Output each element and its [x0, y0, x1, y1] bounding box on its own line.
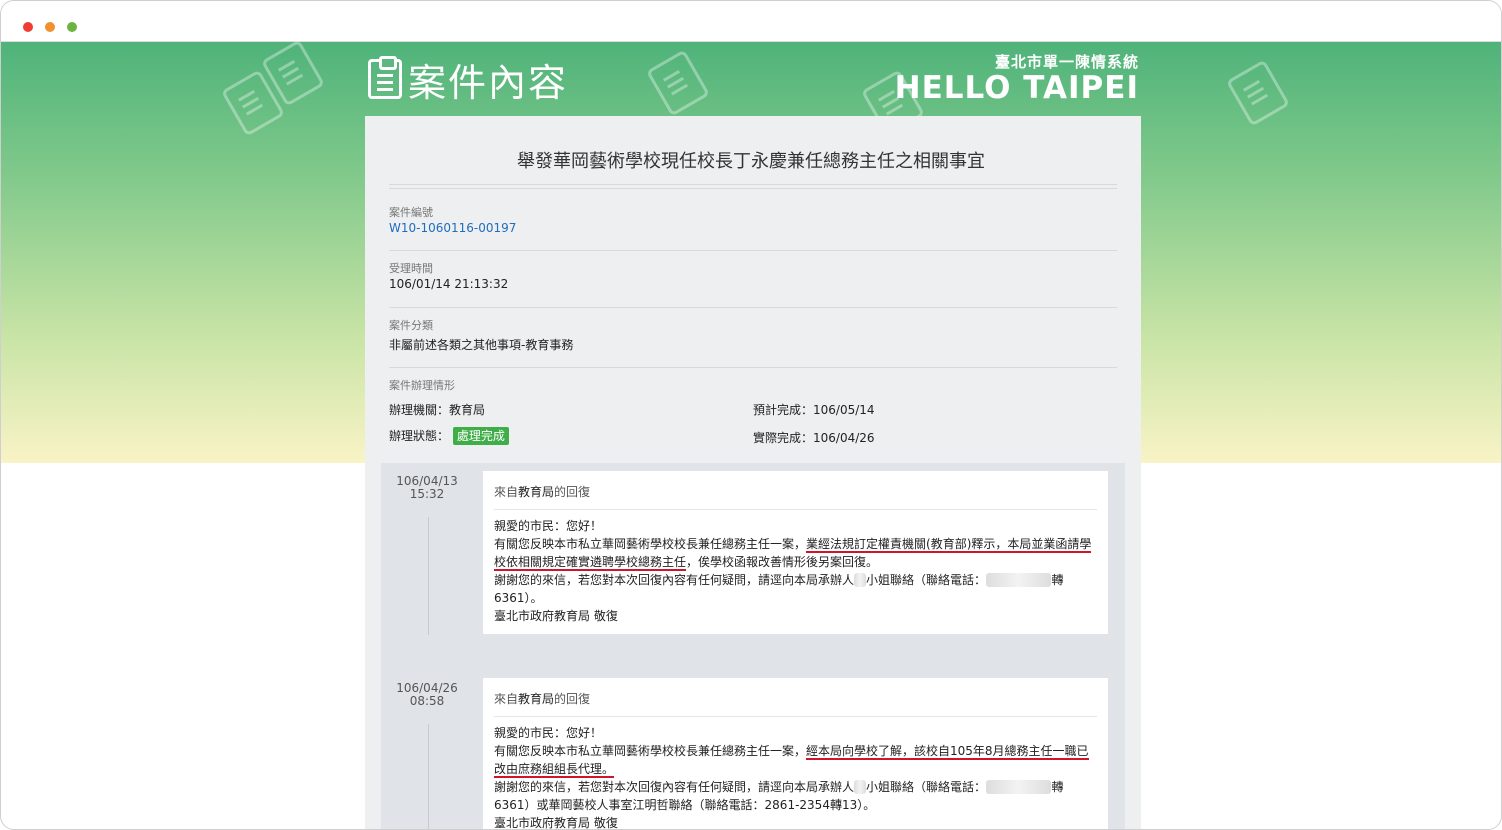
case-title: 舉發華岡藝術學校現任校長丁永慶兼任總務主任之相關事宜	[517, 151, 985, 172]
reply-body: 親愛的市民：您好！ 有關您反映本市私立華岡藝術學校校長兼任總務主任一案，業經法規…	[494, 517, 1097, 625]
reply-from-agency: 教育局	[518, 692, 555, 706]
reply-paragraph: 謝謝您的來信，若您對本次回復內容有任何疑問，請逕向本局承辦人王小姐聯絡（聯絡電話…	[494, 571, 1097, 607]
reply-from-prefix: 來自	[494, 692, 519, 706]
actual-value: 106/04/26	[813, 431, 875, 445]
case-number-link[interactable]: W10-1060116-00197	[389, 221, 516, 235]
divider	[389, 184, 1117, 185]
brand-logo[interactable]: 臺北市單一陳情系統 HELLO TAIPEI	[895, 51, 1139, 104]
divider	[389, 250, 1117, 251]
minimize-window-button[interactable]	[45, 22, 55, 32]
reply-text: 小姐聯絡（聯絡電話：	[866, 780, 987, 794]
reply-text: 有關您反映本市私立華岡藝術學校校長兼任總務主任一案，	[494, 744, 807, 758]
reply-timestamp: 106/04/13 15:32	[385, 475, 469, 501]
page-title: 案件內容	[368, 53, 568, 105]
reply-time: 15:32	[409, 487, 445, 501]
reply-header: 來自教育局的回復	[494, 690, 590, 707]
actual-label: 實際完成：	[753, 431, 814, 445]
received-time-value: 106/01/14 21:13:32	[389, 277, 509, 291]
reply-signature: 臺北市政府教育局 敬復	[494, 816, 618, 830]
received-time-label: 受理時間	[389, 262, 433, 275]
divider	[494, 509, 1097, 510]
divider	[389, 307, 1117, 308]
clipboard-icon	[368, 56, 402, 99]
browser-window: 案件內容 臺北市單一陳情系統 HELLO TAIPEI 舉發華岡藝術學校現任校長…	[0, 0, 1502, 830]
expected-label: 預計完成：	[753, 403, 814, 417]
reply-text: 謝謝您的來信，若您對本次回復內容有任何疑問，請逕向本局承辦人	[494, 780, 855, 794]
expected-row: 預計完成：106/05/14	[753, 401, 875, 418]
handling-status-label: 案件辦理情形	[389, 379, 455, 392]
reply-text: 有關您反映本市私立華岡藝術學校校長兼任總務主任一案，	[494, 537, 807, 551]
category-label: 案件分類	[389, 319, 433, 332]
reply-from-agency: 教育局	[518, 485, 555, 499]
maximize-window-button[interactable]	[67, 22, 77, 32]
reply-from-suffix: 的回復	[554, 485, 591, 499]
reply-from-prefix: 來自	[494, 485, 519, 499]
agency-label: 辦理機關：	[389, 403, 450, 417]
divider	[389, 188, 1117, 189]
reply-text: ，俟學校函報改善情形後另案回復。	[686, 555, 879, 569]
window-titlebar	[1, 1, 1501, 42]
reply-text: 謝謝您的來信，若您對本次回復內容有任何疑問，請逕向本局承辦人	[494, 573, 855, 587]
divider	[494, 716, 1097, 717]
status-badge: 處理完成	[452, 427, 509, 445]
status-label: 辦理狀態：	[389, 429, 450, 443]
actual-row: 實際完成：106/04/26	[753, 429, 875, 446]
redacted-name: 王	[854, 573, 867, 587]
reply-greeting: 親愛的市民：您好！	[494, 726, 603, 740]
agency-value: 教育局	[449, 403, 486, 417]
reply-card: 來自教育局的回復 親愛的市民：您好！ 有關您反映本市私立華岡藝術學校校長兼任總務…	[483, 678, 1108, 830]
reply-paragraph: 有關您反映本市私立華岡藝術學校校長兼任總務主任一案，業經法規訂定權責機關(教育部…	[494, 535, 1097, 571]
reply-card: 來自教育局的回復 親愛的市民：您好！ 有關您反映本市私立華岡藝術學校校長兼任總務…	[483, 471, 1108, 634]
reply-from-suffix: 的回復	[554, 692, 591, 706]
reply-paragraph: 有關您反映本市私立華岡藝術學校校長兼任總務主任一案，經本局向學校了解，該校自10…	[494, 742, 1097, 778]
timeline-line	[428, 724, 429, 829]
reply-paragraph: 謝謝您的來信，若您對本次回復內容有任何疑問，請逕向本局承辦人王小姐聯絡（聯絡電話…	[494, 778, 1097, 814]
agency-row: 辦理機關：教育局	[389, 401, 485, 418]
case-number-label: 案件編號	[389, 206, 433, 219]
redacted-phone: 2720-8889	[986, 780, 1052, 794]
reply-timestamp: 106/04/26 08:58	[385, 682, 469, 708]
close-window-button[interactable]	[23, 22, 33, 32]
status-row: 辦理狀態： 處理完成	[389, 427, 509, 445]
brand-title: HELLO TAIPEI	[894, 70, 1139, 106]
clipboard-decoration-icon	[1225, 59, 1291, 127]
category-value: 非屬前述各類之其他事項-教育事務	[389, 338, 574, 352]
reply-greeting: 親愛的市民：您好！	[494, 519, 603, 533]
clipboard-decoration-icon	[645, 49, 711, 117]
reply-body: 親愛的市民：您好！ 有關您反映本市私立華岡藝術學校校長兼任總務主任一案，經本局向…	[494, 724, 1097, 830]
reply-text: 小姐聯絡（聯絡電話：	[866, 573, 987, 587]
reply-header: 來自教育局的回復	[494, 483, 590, 500]
redacted-name: 王	[854, 780, 867, 794]
brand-subtitle: 臺北市單一陳情系統	[994, 53, 1139, 71]
timeline-line	[428, 517, 429, 635]
page-title-text: 案件內容	[408, 60, 569, 105]
divider	[389, 367, 1117, 368]
expected-value: 106/05/14	[813, 403, 875, 417]
redacted-phone: 2720-8889	[986, 573, 1052, 587]
reply-signature: 臺北市政府教育局 敬復	[494, 609, 618, 623]
reply-time: 08:58	[409, 694, 445, 708]
